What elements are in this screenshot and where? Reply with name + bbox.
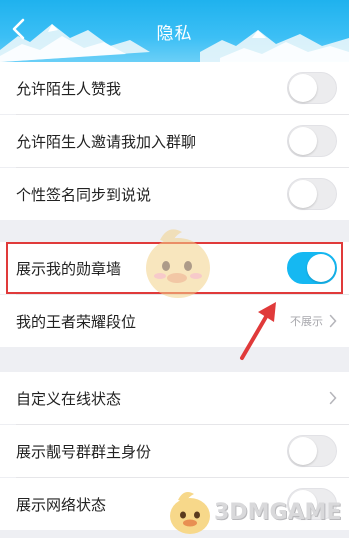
setting-label: 展示网络状态 xyxy=(16,495,107,514)
setting-row-signature-sync[interactable]: 个性签名同步到说说 xyxy=(0,168,349,220)
setting-label: 自定义在线状态 xyxy=(16,389,122,408)
toggle-knob xyxy=(289,437,317,465)
setting-label: 个性签名同步到说说 xyxy=(16,185,152,204)
watermark-mascot-icon xyxy=(170,492,210,534)
setting-label: 允许陌生人赞我 xyxy=(16,79,122,98)
allow-stranger-like-toggle[interactable] xyxy=(287,72,337,104)
setting-label: 我的王者荣耀段位 xyxy=(16,312,137,331)
toggle-knob xyxy=(289,127,317,155)
chevron-right-icon xyxy=(327,313,339,329)
setting-label: 展示我的勋章墙 xyxy=(16,259,122,278)
toggle-knob xyxy=(289,180,317,208)
chevron-right-icon xyxy=(327,390,339,406)
rank-visibility-value: 不展示 xyxy=(290,315,323,328)
setting-row-honor-of-kings-rank[interactable]: 我的王者荣耀段位 不展示 xyxy=(0,295,349,347)
setting-row-vip-group-owner[interactable]: 展示靓号群群主身份 xyxy=(0,425,349,477)
setting-row-allow-stranger-like[interactable]: 允许陌生人赞我 xyxy=(0,62,349,114)
mascot-watermark-icon xyxy=(146,229,210,298)
setting-label: 允许陌生人邀请我加入群聊 xyxy=(16,132,197,151)
vip-group-owner-toggle[interactable] xyxy=(287,435,337,467)
toggle-knob xyxy=(289,74,317,102)
page-title: 隐私 xyxy=(156,24,193,44)
watermark-text: 3DMGAME xyxy=(214,500,342,525)
red-arrow-icon xyxy=(240,302,276,360)
medal-wall-toggle[interactable] xyxy=(287,252,337,284)
toggle-knob xyxy=(307,254,335,282)
setting-row-custom-online-status[interactable]: 自定义在线状态 xyxy=(0,372,349,424)
header-bar: 隐私 xyxy=(0,0,349,62)
setting-label: 展示靓号群群主身份 xyxy=(16,442,152,461)
signature-sync-toggle[interactable] xyxy=(287,178,337,210)
allow-stranger-invite-toggle[interactable] xyxy=(287,125,337,157)
setting-row-allow-stranger-invite[interactable]: 允许陌生人邀请我加入群聊 xyxy=(0,115,349,167)
